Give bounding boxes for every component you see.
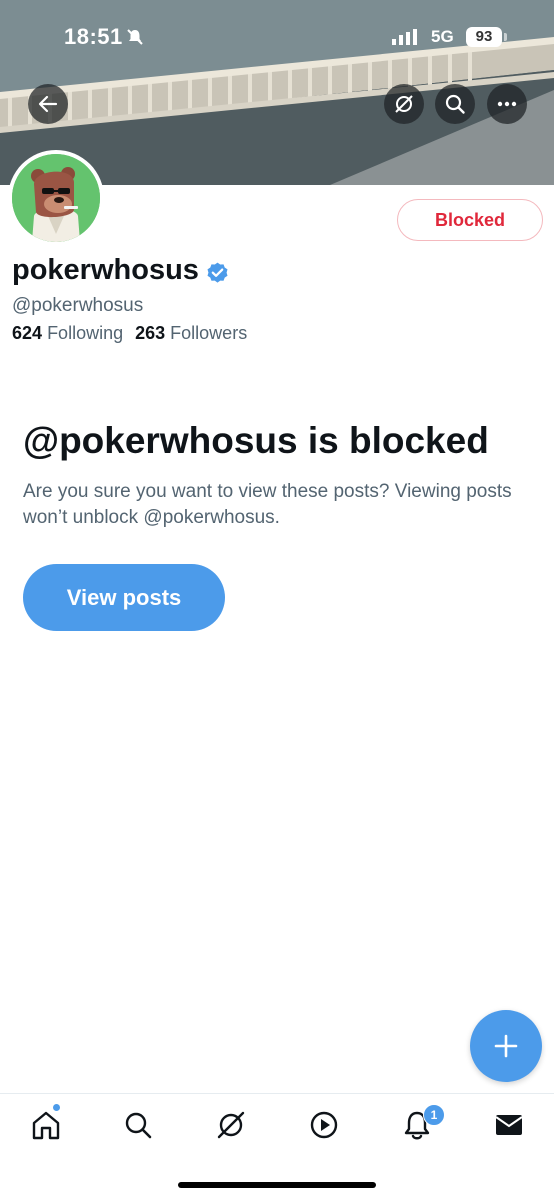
- tab-messages[interactable]: [492, 1108, 526, 1142]
- silent-mode-icon: [127, 29, 143, 45]
- follow-counts: 624 Following 263 Followers: [12, 323, 247, 344]
- display-name: pokerwhosus: [12, 254, 199, 286]
- grok-button[interactable]: [384, 84, 424, 124]
- compose-button[interactable]: [470, 1010, 542, 1082]
- arrow-left-icon: [38, 95, 58, 113]
- play-circle-icon: [310, 1111, 338, 1139]
- tab-home[interactable]: [29, 1108, 63, 1142]
- blocked-description: Are you sure you want to view these post…: [23, 481, 512, 528]
- profile-banner[interactable]: 18:51 5G 93: [0, 0, 554, 185]
- signal-icon: [392, 29, 417, 45]
- home-indicator: [178, 1182, 376, 1188]
- avatar[interactable]: [8, 150, 104, 246]
- envelope-icon: [495, 1115, 523, 1135]
- status-bar: 18:51 5G 93: [0, 22, 554, 54]
- search-button[interactable]: [435, 84, 475, 124]
- tab-grok[interactable]: [214, 1108, 248, 1142]
- battery-level: 93: [466, 27, 502, 47]
- plus-icon: [494, 1034, 518, 1058]
- notifications-badge: 1: [423, 1104, 445, 1126]
- following-count: 624: [12, 323, 43, 343]
- tab-videos[interactable]: [307, 1108, 341, 1142]
- followers-label: Followers: [170, 323, 248, 343]
- home-new-indicator: [53, 1104, 60, 1111]
- bear-avatar-image: [12, 154, 100, 242]
- back-button[interactable]: [28, 84, 68, 124]
- followers-link[interactable]: 263 Followers: [135, 323, 247, 343]
- blocked-button[interactable]: Blocked: [397, 199, 543, 241]
- battery-tip: [504, 33, 507, 41]
- more-horizontal-icon: [497, 101, 517, 107]
- following-label: Following: [47, 323, 124, 343]
- status-time: 18:51: [64, 24, 123, 49]
- network-type: 5G: [431, 27, 454, 46]
- following-link[interactable]: 624 Following: [12, 323, 123, 343]
- blocked-title: @pokerwhosus is blocked: [23, 420, 489, 461]
- verified-badge-icon[interactable]: [205, 261, 230, 286]
- tab-search[interactable]: [121, 1108, 155, 1142]
- grok-icon: [217, 1111, 245, 1139]
- followers-count: 263: [135, 323, 166, 343]
- grok-icon: [395, 95, 413, 113]
- profile-handle: @pokerwhosus: [12, 295, 144, 316]
- search-icon: [445, 94, 465, 114]
- search-icon: [125, 1112, 152, 1139]
- view-posts-button[interactable]: View posts: [23, 564, 225, 631]
- home-icon: [32, 1111, 60, 1140]
- more-button[interactable]: [487, 84, 527, 124]
